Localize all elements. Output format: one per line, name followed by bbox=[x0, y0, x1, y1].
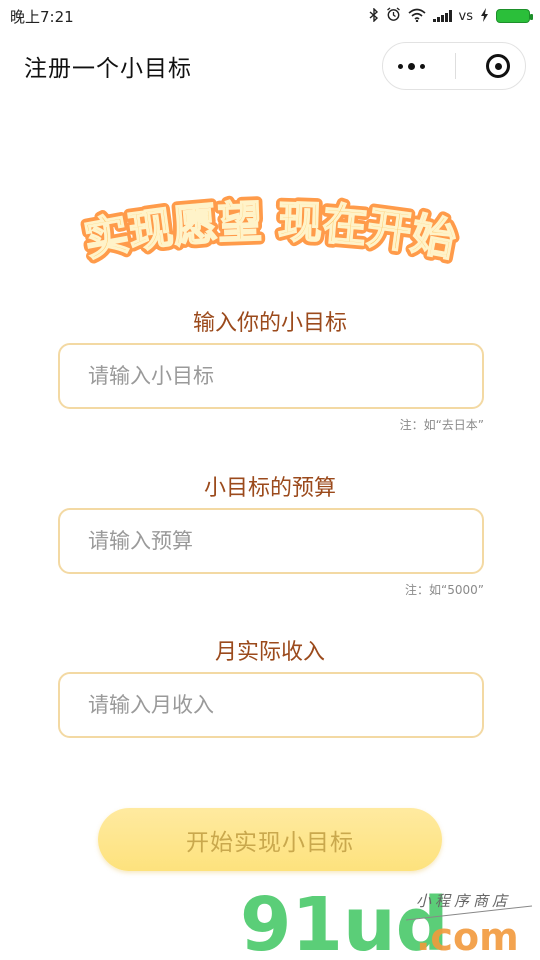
status-bar: 晚上7:21 vs bbox=[0, 0, 540, 32]
watermark-domain: .com bbox=[416, 915, 519, 956]
status-time: 晚上7:21 bbox=[10, 7, 74, 26]
goal-input[interactable] bbox=[88, 364, 454, 388]
start-goal-button[interactable]: 开始实现小目标 bbox=[98, 808, 442, 871]
capsule-menu bbox=[382, 42, 526, 90]
banner-text: 实现愿望 现在开始 bbox=[80, 197, 459, 267]
network-label: vs bbox=[458, 8, 473, 24]
income-label: 月实际收入 bbox=[214, 640, 325, 665]
budget-note: 注：如“5000” bbox=[405, 583, 484, 597]
charging-icon bbox=[480, 7, 489, 25]
bluetooth-icon bbox=[369, 6, 379, 25]
alarm-icon bbox=[386, 7, 401, 25]
income-field[interactable] bbox=[58, 672, 484, 738]
more-icon[interactable] bbox=[398, 62, 425, 70]
budget-field[interactable] bbox=[58, 508, 484, 574]
signal-icon bbox=[432, 10, 452, 22]
screen: 晚上7:21 vs 注册一个小目标 实现愿望 现在开始 实现愿望 现在开始 输入… bbox=[0, 0, 540, 960]
budget-label: 小目标的预算 bbox=[203, 476, 336, 501]
budget-input[interactable] bbox=[88, 529, 454, 553]
nav-bar: 注册一个小目标 bbox=[0, 32, 540, 100]
goal-field[interactable] bbox=[58, 343, 484, 409]
status-icons: vs bbox=[369, 6, 533, 25]
watermark-logo: 91ud .com 小程序商店 bbox=[240, 882, 533, 956]
battery-icon bbox=[496, 9, 533, 23]
income-input[interactable] bbox=[88, 693, 454, 717]
goal-note: 注：如“去日本” bbox=[399, 418, 484, 432]
watermark-tagline: 小程序商店 bbox=[416, 892, 511, 910]
goal-label: 输入你的小目标 bbox=[192, 311, 347, 336]
capsule-divider bbox=[455, 53, 456, 79]
close-miniprogram-icon[interactable] bbox=[486, 54, 510, 78]
wifi-icon bbox=[408, 8, 426, 25]
banner-title: 实现愿望 现在开始 实现愿望 现在开始 bbox=[76, 192, 464, 271]
page-title: 注册一个小目标 bbox=[24, 56, 192, 82]
